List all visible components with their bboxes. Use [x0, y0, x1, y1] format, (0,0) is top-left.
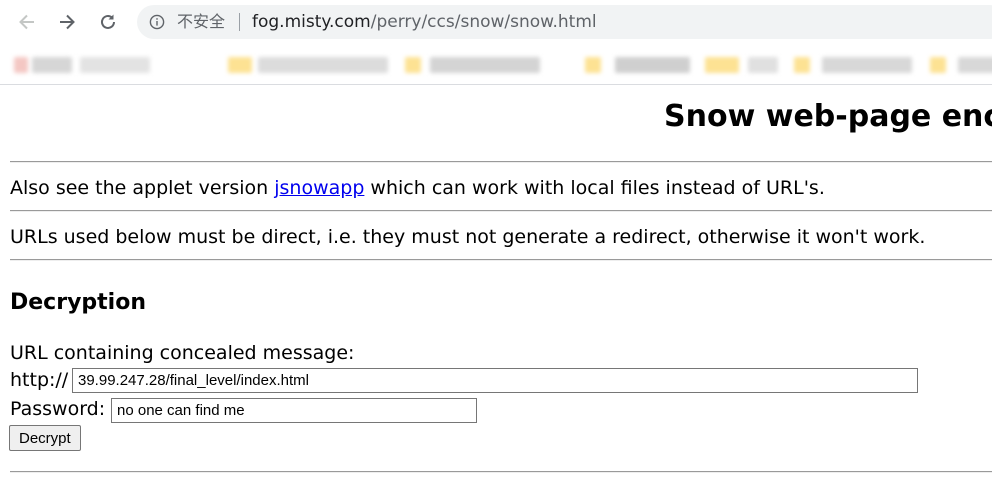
bookmark-item[interactable] [430, 57, 540, 73]
bookmark-item[interactable] [80, 57, 150, 73]
bookmarks-bar [0, 44, 992, 85]
bookmark-item[interactable] [930, 57, 946, 73]
bookmark-item[interactable] [615, 57, 690, 73]
divider [10, 210, 992, 212]
bookmark-item[interactable] [228, 57, 252, 73]
security-status: 不安全 [177, 12, 226, 31]
divider [10, 471, 992, 473]
url-host: fog.misty.com [252, 12, 371, 32]
applet-text-before: Also see the applet version [10, 177, 275, 199]
page-title: Snow web-page encryption [664, 99, 992, 134]
bookmark-item[interactable] [958, 57, 992, 73]
address-separator [239, 13, 240, 31]
reload-icon [101, 14, 115, 29]
decrypt-button[interactable]: Decrypt [9, 425, 81, 451]
url-field-label: URL containing concealed message: [10, 342, 355, 364]
bookmark-item[interactable] [748, 57, 778, 73]
bookmark-item[interactable] [794, 57, 810, 73]
back-button[interactable] [14, 9, 40, 35]
decryption-heading: Decryption [10, 290, 146, 315]
url-text[interactable]: fog.misty.com/perry/ccs/snow/snow.html [252, 11, 597, 33]
applet-text-after: which can work with local files instead … [364, 177, 825, 199]
forward-arrow-icon [60, 14, 75, 30]
page-content: Snow web-page encryption Also see the ap… [0, 86, 992, 503]
bookmark-item[interactable] [14, 57, 28, 73]
divider [10, 161, 992, 163]
bookmark-item[interactable] [705, 57, 739, 73]
bookmark-item[interactable] [32, 57, 72, 73]
http-prefix-label: http:// [10, 369, 69, 391]
redirect-note: URLs used below must be direct, i.e. the… [10, 226, 926, 248]
concealed-url-input[interactable] [72, 368, 918, 393]
url-path: /perry/ccs/snow/snow.html [370, 12, 597, 32]
bookmark-item[interactable] [585, 57, 601, 73]
bookmark-item[interactable] [258, 57, 388, 73]
bookmark-item[interactable] [822, 57, 912, 73]
applet-paragraph: Also see the applet version jsnowapp whi… [10, 176, 825, 200]
divider [10, 259, 992, 261]
password-label: Password: [10, 398, 106, 420]
bookmark-item[interactable] [405, 57, 421, 73]
back-arrow-icon [19, 14, 34, 30]
reload-button[interactable] [95, 9, 121, 35]
password-input[interactable] [111, 398, 477, 423]
jsnowapp-link[interactable]: jsnowapp [274, 177, 364, 199]
info-icon[interactable] [149, 14, 165, 30]
browser-toolbar: 不安全 fog.misty.com/perry/ccs/snow/snow.ht… [0, 0, 992, 44]
forward-button[interactable] [54, 9, 80, 35]
address-bar[interactable]: 不安全 fog.misty.com/perry/ccs/snow/snow.ht… [137, 5, 992, 39]
